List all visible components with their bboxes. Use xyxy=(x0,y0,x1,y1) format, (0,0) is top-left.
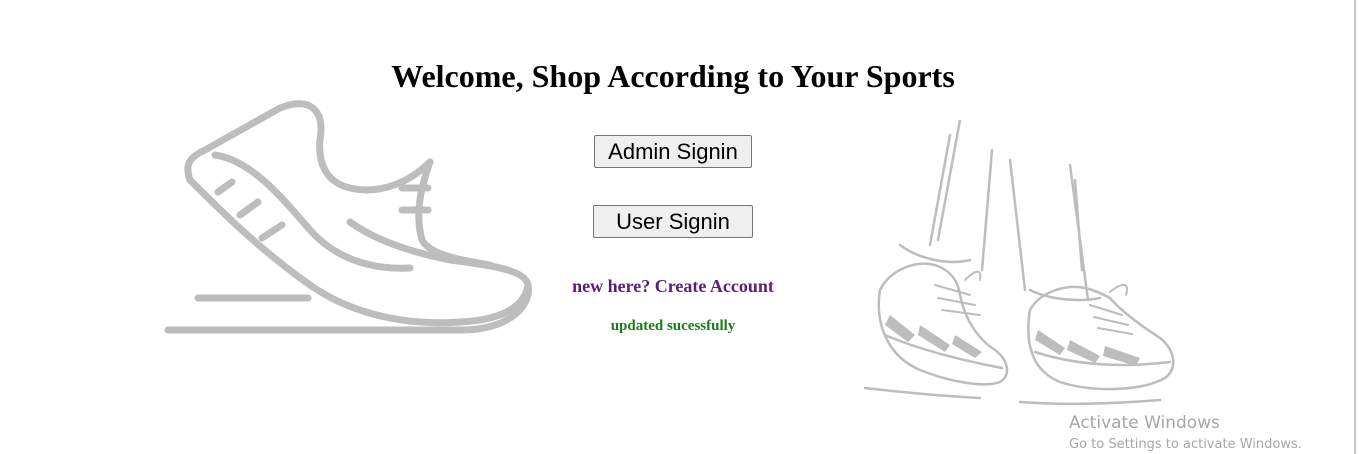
user-signin-button[interactable]: User Signin xyxy=(593,205,753,238)
create-account-link[interactable]: new here? Create Account xyxy=(572,276,774,296)
landing-page: Welcome, Shop According to Your Sports A… xyxy=(0,0,1362,454)
walking-sneakers-icon xyxy=(863,120,1175,405)
watermark-subtitle: Go to Settings to activate Windows. xyxy=(1069,437,1302,452)
running-shoe-icon xyxy=(164,100,532,334)
status-message: updated sucessfully xyxy=(610,318,736,334)
watermark-title: Activate Windows xyxy=(1069,413,1220,433)
admin-signin-button[interactable]: Admin Signin xyxy=(594,135,752,168)
scrollbar-divider xyxy=(1354,0,1356,454)
page-title: Welcome, Shop According to Your Sports xyxy=(391,58,955,94)
activate-windows-watermark: Activate Windows Go to Settings to activ… xyxy=(1069,412,1302,454)
create-account-link-container: new here? Create Account xyxy=(0,276,1346,297)
